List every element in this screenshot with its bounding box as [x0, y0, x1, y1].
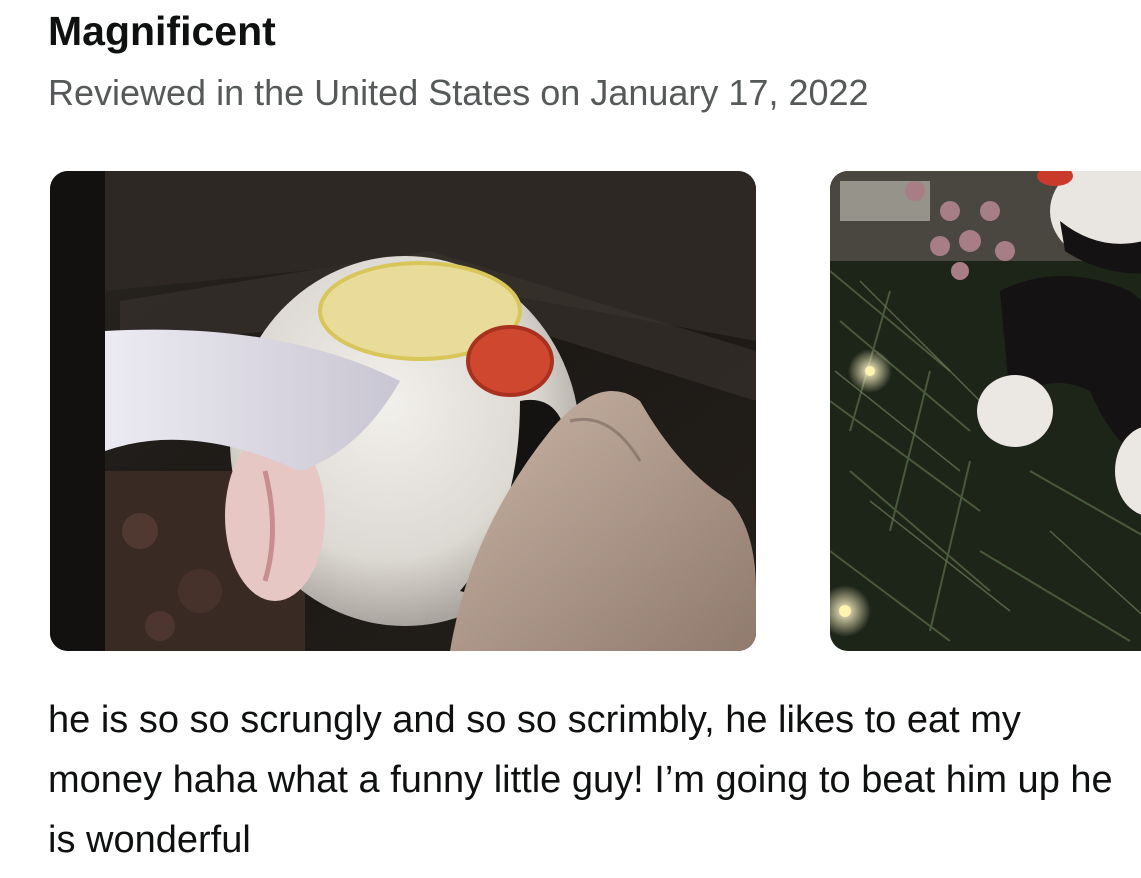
review-body-text: he is so so scrungly and so so scrimbly,…	[48, 699, 1113, 861]
review-image-plush-on-tree[interactable]	[830, 171, 1141, 651]
review-image-strip[interactable]	[50, 171, 1141, 651]
plush-on-tree-photo	[830, 171, 1141, 651]
customer-review: Magnificent Reviewed in the United State…	[0, 0, 1141, 878]
plush-in-hand-photo	[50, 171, 756, 651]
review-image-plush-in-hand[interactable]	[50, 171, 756, 651]
review-title[interactable]: Magnificent	[48, 8, 276, 55]
review-date: Reviewed in the United States on January…	[48, 72, 869, 113]
